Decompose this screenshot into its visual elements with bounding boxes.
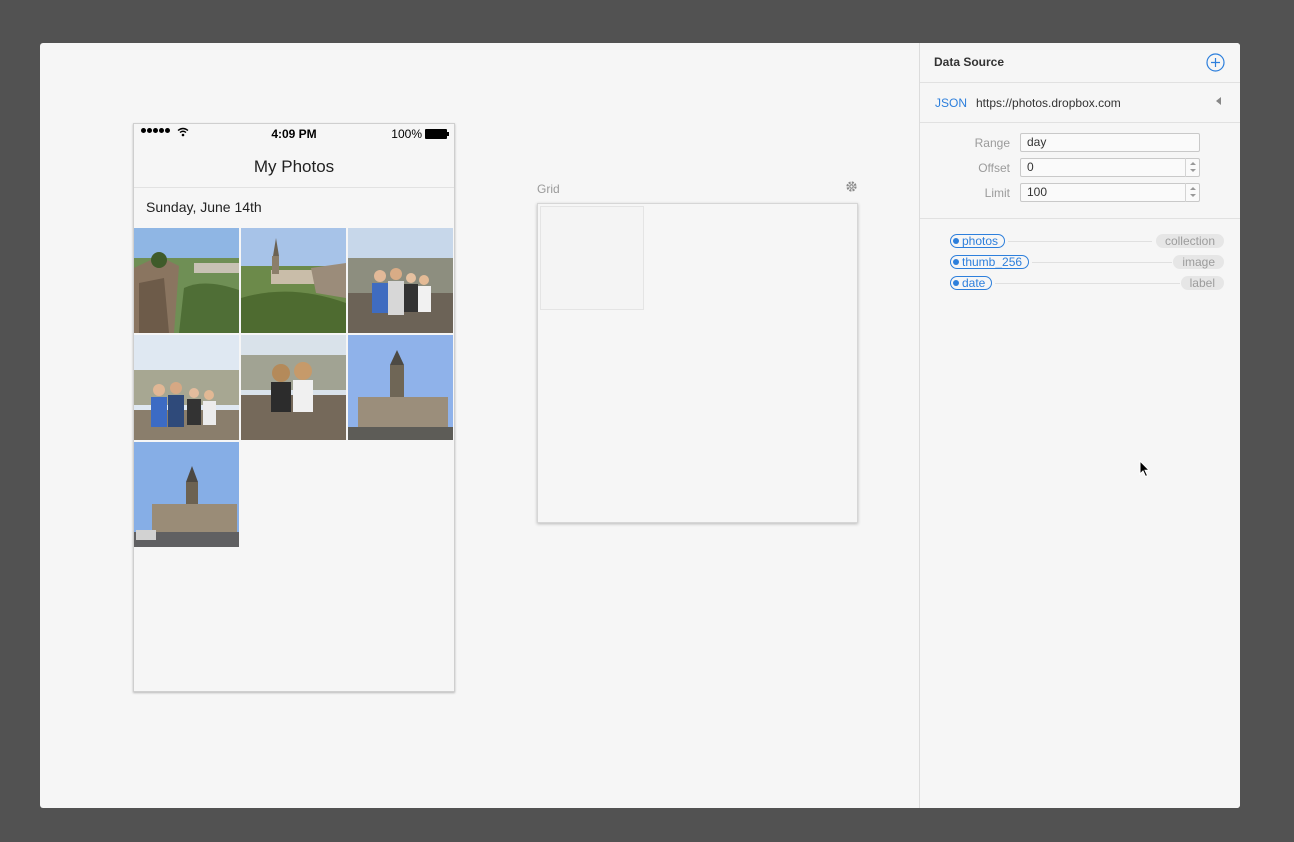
battery-icon — [425, 129, 449, 139]
app-window: 4:09 PM 100% My Photos Sunday, June 14th — [40, 43, 1240, 808]
photo-thumbnail[interactable] — [134, 442, 239, 547]
photo-thumbnail[interactable] — [348, 335, 453, 440]
mapping-key[interactable]: thumb_256 — [950, 255, 1030, 269]
limit-input[interactable]: 100 — [1020, 183, 1200, 202]
mapping-type[interactable]: label — [1180, 276, 1224, 290]
source-row[interactable]: JSON https://photos.dropbox.com — [920, 83, 1240, 123]
add-source-icon[interactable] — [1206, 53, 1225, 72]
phone-preview: 4:09 PM 100% My Photos Sunday, June 14th — [133, 123, 455, 692]
mapping-type[interactable]: image — [1173, 255, 1224, 269]
limit-stepper[interactable] — [1185, 183, 1199, 202]
grid-cell-placeholder[interactable] — [540, 206, 644, 310]
status-bar: 4:09 PM 100% — [134, 124, 454, 144]
page-title: My Photos — [253, 157, 335, 176]
mapping-row: date label — [950, 276, 1224, 290]
grid-component[interactable] — [537, 203, 858, 523]
source-type[interactable]: JSON — [935, 96, 967, 110]
source-params: Range day Offset 0 Limit 100 — [920, 123, 1240, 219]
mouse-pointer-icon — [1139, 460, 1151, 478]
limit-label: Limit — [984, 186, 1010, 200]
navigation-bar: My Photos — [134, 144, 454, 188]
photo-grid — [134, 228, 454, 547]
battery-percent: 100% — [391, 127, 422, 141]
photo-thumbnail[interactable] — [134, 228, 239, 333]
mapping-connector — [1032, 262, 1172, 263]
photo-thumbnail[interactable] — [241, 228, 346, 333]
offset-input[interactable]: 0 — [1020, 158, 1200, 177]
photo-thumbnail[interactable] — [134, 335, 239, 440]
mapping-connector — [1008, 241, 1152, 242]
mapping-key[interactable]: photos — [950, 234, 1006, 248]
range-label: Range — [974, 136, 1010, 150]
mapping-key[interactable]: date — [950, 276, 993, 290]
mapping-row: photos collection — [950, 234, 1224, 248]
photo-thumbnail[interactable] — [241, 335, 346, 440]
offset-label: Offset — [978, 161, 1010, 175]
range-input[interactable]: day — [1020, 133, 1200, 152]
panel-title: Data Source — [934, 55, 1005, 69]
mapping-row: thumb_256 image — [950, 255, 1224, 269]
photo-thumbnail[interactable] — [348, 228, 453, 333]
grid-component-label: Grid — [537, 182, 560, 196]
collapse-arrow-icon[interactable] — [1216, 97, 1221, 105]
panel-header: Data Source — [920, 43, 1240, 83]
mapping-connector — [995, 283, 1180, 284]
mapping-type[interactable]: collection — [1155, 234, 1224, 248]
gear-icon[interactable] — [845, 180, 858, 193]
section-header: Sunday, June 14th — [146, 199, 262, 215]
source-url[interactable]: https://photos.dropbox.com — [976, 96, 1121, 110]
data-source-panel: Data Source JSON https://photos.dropbox.… — [919, 43, 1240, 808]
offset-stepper[interactable] — [1185, 158, 1199, 177]
